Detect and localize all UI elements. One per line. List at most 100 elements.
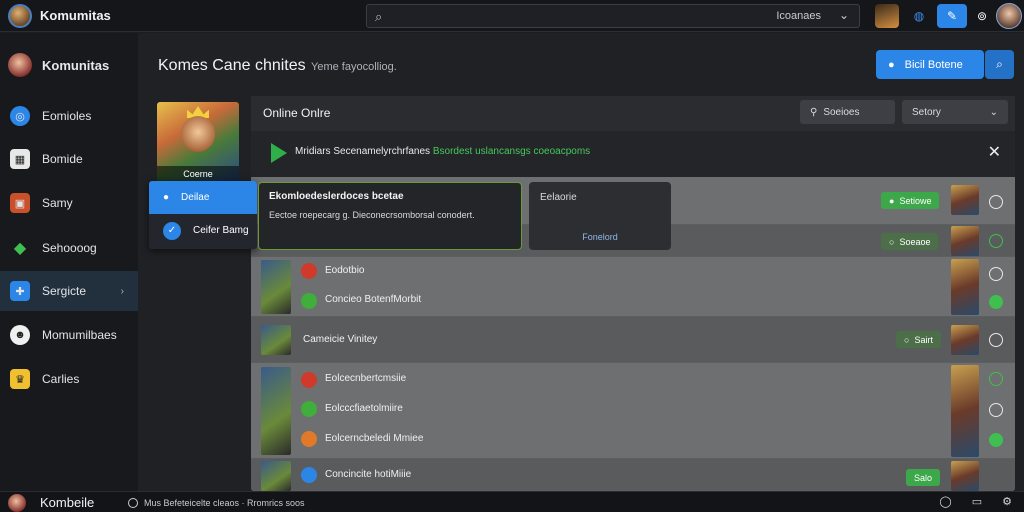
close-icon[interactable]: ✕ xyxy=(988,142,1001,162)
row-label: Cameicie Vinitey xyxy=(303,334,378,345)
sort-label: Setory xyxy=(912,106,941,118)
popover-text: Eectoe roepecarg g. Dieconecrsomborsal c… xyxy=(269,210,475,220)
settings-icon[interactable]: ⚙ xyxy=(1002,495,1012,508)
footer-status: Mus Befeteicelte cleaos · Rromrics soos xyxy=(128,498,305,508)
search-button[interactable]: ⌕ xyxy=(985,50,1014,79)
compass-icon: ◎ xyxy=(10,106,30,126)
search-input[interactable]: ⌕ Icoanaes ⌄ xyxy=(366,4,860,28)
sidebar-item-carlies[interactable]: ♛ Carlies xyxy=(0,359,138,399)
row-label: Eodotbio xyxy=(325,265,365,276)
row-label: Concincite hotiMiiie xyxy=(325,469,412,480)
sidebar-header[interactable]: Komunitas xyxy=(8,53,109,77)
game-thumbnail[interactable] xyxy=(951,325,979,355)
sidebar-item-label: Eomioles xyxy=(42,109,92,123)
footer-status-text: Mus Befeteicelte cleaos · Rromrics soos xyxy=(144,498,305,508)
status-badge[interactable]: ● Setiowe xyxy=(881,192,940,209)
user-icon: ● xyxy=(163,192,170,203)
diamond-icon: ◆ xyxy=(13,240,27,257)
notice-link[interactable]: Bsordest uslancansgs coeoacpoms xyxy=(433,146,590,157)
status-circle-icon xyxy=(989,195,1003,209)
status-circle-icon xyxy=(128,498,138,508)
app-title: Komumitas xyxy=(40,8,111,23)
status-dropdown-menu: ● Deilae ✓ Ceifer Bamg xyxy=(149,181,257,249)
status-badge[interactable]: ○ Sairt xyxy=(896,331,941,348)
popover-action-button[interactable]: Fonelord xyxy=(529,232,671,242)
footer-icons: ◯ ▭ ⚙ xyxy=(939,495,1012,508)
sidebar-item-sergicte[interactable]: ✚ Sergicte › xyxy=(0,271,138,311)
puzzle-icon: ✚ xyxy=(10,281,30,301)
badge-label: Sairt xyxy=(914,334,933,345)
info-popover: Ekomloedeslerdoces bcetae Eectoe roepeca… xyxy=(258,182,522,250)
online-panel: Online Onlre ⚲ Soeioes Setory ⌄ Mridiars… xyxy=(251,96,1015,491)
sidebar-item-bomide[interactable]: ▦ Bomide xyxy=(0,139,138,179)
action-popover: Eelaorie Fonelord xyxy=(529,182,671,250)
game-thumbnail[interactable] xyxy=(261,260,291,314)
game-thumbnail[interactable] xyxy=(951,461,979,491)
badge-label: Soeaoe xyxy=(899,236,931,247)
friend-avatar[interactable] xyxy=(875,4,899,28)
game-thumbnail[interactable] xyxy=(261,325,291,355)
chat-icon[interactable]: ◍ xyxy=(907,4,931,28)
primary-action-label: Bicil Botene xyxy=(904,58,963,71)
dot-icon: ○ xyxy=(889,236,895,247)
check-icon: ✓ xyxy=(163,221,181,240)
status-badge[interactable]: Salo xyxy=(906,469,941,486)
dot-icon: ○ xyxy=(904,334,910,345)
app-logo-icon[interactable] xyxy=(8,4,32,28)
sidebar-item-sehoooog[interactable]: ◆ Sehoooog xyxy=(0,228,138,268)
game-thumbnail[interactable] xyxy=(261,367,291,455)
footer-bar: Kombeile Mus Befeteicelte cleaos · Rromr… xyxy=(0,491,1024,512)
dropdown-item[interactable]: ✓ Ceifer Bamg xyxy=(149,214,257,247)
sidebar-item-momumilbaes[interactable]: ☻ Momumilbaes xyxy=(0,315,138,355)
filter-label: Soeioes xyxy=(823,106,860,118)
sidebar-item-label: Bomide xyxy=(42,152,83,166)
store-icon: ▦ xyxy=(10,149,30,169)
user-icon: ● xyxy=(888,58,895,71)
game-thumbnail[interactable] xyxy=(951,259,979,315)
table-row[interactable]: Cameicie Vinitey ○ Sairt xyxy=(251,317,1015,363)
row-label: Eolcerncbeledi Mmiee xyxy=(325,433,424,444)
game-thumbnail[interactable] xyxy=(261,461,291,491)
edit-button[interactable]: ✎ xyxy=(937,4,967,28)
main-content: Komes Cane chnites Yeme fayocolliog. ● B… xyxy=(138,33,1024,491)
game-cover-image[interactable]: Coerne xyxy=(157,102,239,182)
filter-button[interactable]: ⚲ Soeioes xyxy=(800,100,895,124)
status-check-icon xyxy=(989,433,1003,447)
notice-message: Mridiars Secenamelyrchrfanes xyxy=(295,146,431,157)
status-dot-icon xyxy=(301,372,317,388)
status-badge[interactable]: ○ Soeaoe xyxy=(881,233,939,250)
dropdown-item[interactable]: ● Deilae xyxy=(149,181,257,214)
search-icon: ⌕ xyxy=(375,9,383,24)
sidebar-item-samy[interactable]: ▣ Samy xyxy=(0,183,138,223)
footer-avatar[interactable] xyxy=(8,494,26,512)
search-filter-label[interactable]: Icoanaes xyxy=(776,10,821,22)
status-circle-icon xyxy=(989,333,1003,347)
game-thumbnail[interactable] xyxy=(951,226,979,256)
chevron-down-icon[interactable]: ⌄ xyxy=(839,8,849,22)
user-avatar[interactable] xyxy=(996,3,1022,29)
row-label: Concieo BotenfMorbit xyxy=(325,294,422,305)
page-title: Komes Cane chnites xyxy=(158,57,306,74)
help-icon[interactable]: ⊚ xyxy=(970,4,994,28)
power-icon[interactable]: ◯ xyxy=(939,495,951,508)
message-icon[interactable]: ▭ xyxy=(972,495,982,508)
game-cover-label: Coerne xyxy=(157,166,239,182)
badge-label: Salo xyxy=(914,472,933,483)
primary-action-button[interactable]: ● Bicil Botene xyxy=(876,50,984,79)
people-icon: ⚲ xyxy=(810,106,818,118)
game-thumbnail[interactable] xyxy=(951,365,979,457)
table-row[interactable]: Eolcecnbertcmsiie Eolcccfiaetolmiire Eol… xyxy=(251,363,1015,459)
sidebar-item-eomioles[interactable]: ◎ Eomioles xyxy=(0,96,138,136)
sidebar-item-label: Momumilbaes xyxy=(42,328,117,342)
game-thumbnail[interactable] xyxy=(951,185,979,215)
table-row[interactable]: Concincite hotiMiiie Salo xyxy=(251,459,1015,491)
footer-title: Kombeile xyxy=(40,495,95,510)
table-row[interactable]: Eodotbio Concieo BotenfMorbit xyxy=(251,257,1015,317)
status-check-icon xyxy=(989,295,1003,309)
sort-dropdown[interactable]: Setory ⌄ xyxy=(902,100,1008,124)
sidebar: Komunitas ◎ Eomioles ▦ Bomide ▣ Samy ◆ S… xyxy=(0,33,138,491)
dot-icon: ● xyxy=(889,195,895,206)
status-dot-icon xyxy=(301,431,317,447)
popover-title: Ekomloedeslerdoces bcetae xyxy=(269,191,404,202)
status-circle-icon xyxy=(989,403,1003,417)
